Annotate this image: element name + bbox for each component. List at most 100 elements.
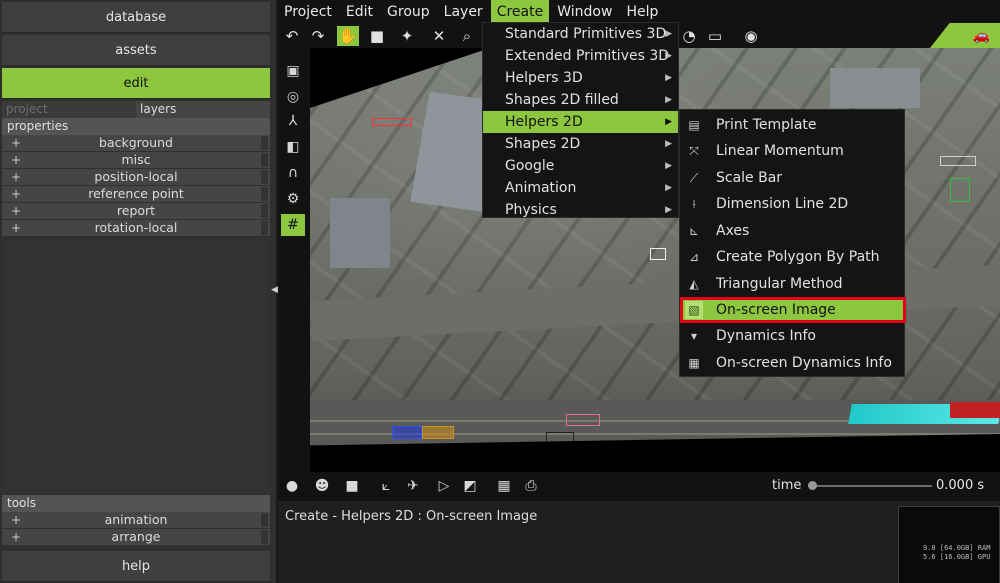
tab-layers[interactable]: layers [136, 101, 270, 118]
menu-item-physics[interactable]: Physics ▶ [483, 199, 678, 221]
property-row-rotation-local[interactable]: + rotation-local [2, 220, 270, 237]
menu-help[interactable]: Help [620, 0, 664, 24]
menu-create[interactable]: Create [490, 0, 550, 24]
property-row-reference-point[interactable]: + reference point [2, 186, 270, 203]
menu-item-helpers-3d[interactable]: Helpers 3D ▶ [483, 67, 678, 89]
expand-icon[interactable]: + [11, 186, 21, 202]
delete-icon[interactable]: ✕ [428, 26, 450, 46]
scrollbar[interactable] [261, 153, 268, 167]
tab-project[interactable]: project [2, 101, 136, 118]
play-icon[interactable]: ▷ [433, 475, 455, 497]
submenu-item-create-polygon-by-path[interactable]: ⊿ Create Polygon By Path [680, 244, 906, 270]
property-row-report[interactable]: + report [2, 203, 270, 220]
scrollbar[interactable] [261, 170, 268, 184]
tool-row-animation[interactable]: + animation [2, 512, 270, 529]
menu-item-helpers-2d[interactable]: Helpers 2D ▶ [483, 111, 678, 133]
chevron-right-icon: ▶ [665, 51, 672, 61]
menu-group[interactable]: Group [381, 0, 436, 24]
expand-icon[interactable]: + [11, 512, 21, 528]
menu-edit[interactable]: Edit [340, 0, 379, 24]
menu-item-standard-primitives-3d[interactable]: Standard Primitives 3D ▶ [483, 23, 678, 45]
properties-empty-area [2, 238, 270, 494]
redo-icon[interactable]: ↷ [307, 26, 329, 46]
ram-info: 9.8 [64.0GB] RAM [923, 544, 991, 552]
side-toolbar: ▣ ◎ ⅄ ◧ ∩ ⚙ # [278, 48, 310, 472]
submenu-item-linear-momentum[interactable]: ⤧ Linear Momentum [680, 138, 906, 164]
scrollbar[interactable] [261, 530, 268, 544]
submenu-item-dynamics-info[interactable]: ▾ Dynamics Info [680, 323, 906, 349]
bird-icon[interactable]: ✈ [402, 475, 424, 497]
menu-window[interactable]: Window [551, 0, 618, 24]
database-button[interactable]: database [2, 2, 270, 33]
submenu-item-axes[interactable]: ⊾ Axes [680, 218, 906, 244]
grid-icon[interactable]: # [281, 214, 305, 236]
target-icon[interactable]: ◎ [281, 86, 305, 108]
properties-header: properties [2, 118, 270, 135]
stop-icon[interactable]: ◩ [459, 475, 481, 497]
expand-icon[interactable]: + [11, 529, 21, 545]
record-icon[interactable]: ◉ [740, 26, 762, 46]
graph-icon[interactable]: ⟀ [375, 475, 397, 497]
magnet-icon[interactable]: ∩ [281, 162, 305, 184]
menu-item-extended-primitives-3d[interactable]: Extended Primitives 3D ▶ [483, 45, 678, 67]
onscreen-dynamics-info-icon: ▦ [688, 356, 700, 370]
vehicle-box [566, 414, 600, 426]
axes-tool-icon[interactable]: ⅄ [281, 110, 305, 132]
building [830, 68, 920, 108]
property-row-position-local[interactable]: + position-local [2, 169, 270, 186]
settings-gear-icon[interactable]: ⚙ [281, 188, 305, 210]
submenu-item-scale-bar[interactable]: ⟋ Scale Bar [680, 165, 906, 191]
help-button[interactable]: help [2, 551, 270, 582]
expand-icon[interactable]: + [11, 135, 21, 151]
calculator-icon[interactable]: ▦ [493, 475, 515, 497]
submenu-item-triangular-method[interactable]: ◭ Triangular Method [680, 271, 906, 297]
scrollbar[interactable] [261, 221, 268, 235]
printer-icon[interactable]: ⎙ [520, 475, 542, 497]
tools-list: + animation + arrange [2, 512, 270, 546]
head-icon[interactable]: ☻ [311, 475, 333, 497]
status-area: Create - Helpers 2D : On-screen Image 9.… [278, 501, 1000, 583]
submenu-item-print-template[interactable]: ▤ Print Template [680, 112, 906, 138]
gpu-info: 5.6 [16.0GB] GPU [923, 553, 991, 561]
property-row-background[interactable]: + background [2, 135, 270, 152]
menu-item-animation[interactable]: Animation ▶ [483, 177, 678, 199]
submenu-item-onscreen-dynamics-info[interactable]: ▦ On-screen Dynamics Info [680, 350, 906, 376]
menu-layer[interactable]: Layer [438, 0, 489, 24]
hand-tool-icon[interactable]: ✋ [337, 26, 359, 46]
menu-item-shapes-2d[interactable]: Shapes 2D ▶ [483, 133, 678, 155]
chevron-right-icon: ▶ [665, 29, 672, 39]
menu-item-shapes-2d-filled[interactable]: Shapes 2D filled ▶ [483, 89, 678, 111]
property-row-misc[interactable]: + misc [2, 152, 270, 169]
gauge-icon[interactable]: ◔ [678, 26, 700, 46]
undo-icon[interactable]: ↶ [281, 26, 303, 46]
menu-item-google[interactable]: Google ▶ [483, 155, 678, 177]
assets-button[interactable]: assets [2, 35, 270, 66]
submenu-item-dimension-line-2d[interactable]: ⟊ Dimension Line 2D [680, 191, 906, 217]
scrollbar[interactable] [261, 136, 268, 150]
expand-icon[interactable]: + [11, 152, 21, 168]
view-frame-icon[interactable]: ▣ [281, 60, 305, 82]
scrollbar[interactable] [261, 204, 268, 218]
expand-icon[interactable]: + [11, 203, 21, 219]
submenu-item-onscreen-image[interactable]: ▧ On-screen Image [680, 297, 906, 323]
chevron-right-icon: ▶ [665, 183, 672, 193]
pin-icon[interactable]: ✦ [396, 26, 418, 46]
zoom-icon[interactable]: ⌕ [456, 26, 478, 46]
square-icon[interactable]: ■ [341, 475, 363, 497]
time-slider[interactable] [812, 485, 932, 487]
menu-project[interactable]: Project [278, 0, 338, 24]
expand-icon[interactable]: + [11, 220, 21, 236]
tool-row-arrange[interactable]: + arrange [2, 529, 270, 546]
select-box-icon[interactable]: ■ [366, 26, 388, 46]
camera-icon[interactable]: ◧ [281, 136, 305, 158]
time-slider-handle[interactable] [808, 481, 817, 490]
scrollbar[interactable] [261, 187, 268, 201]
scrollbar[interactable] [261, 513, 268, 527]
menu-bar: Project Edit Group Layer Create Window H… [278, 0, 1000, 24]
expand-icon[interactable]: + [11, 169, 21, 185]
sphere-icon[interactable]: ● [281, 475, 303, 497]
collapse-panel-icon[interactable]: ◀ [271, 285, 278, 299]
measure-icon[interactable]: ▭ [704, 26, 726, 46]
status-text: Create - Helpers 2D : On-screen Image [285, 509, 538, 524]
edit-button[interactable]: edit [2, 68, 270, 99]
